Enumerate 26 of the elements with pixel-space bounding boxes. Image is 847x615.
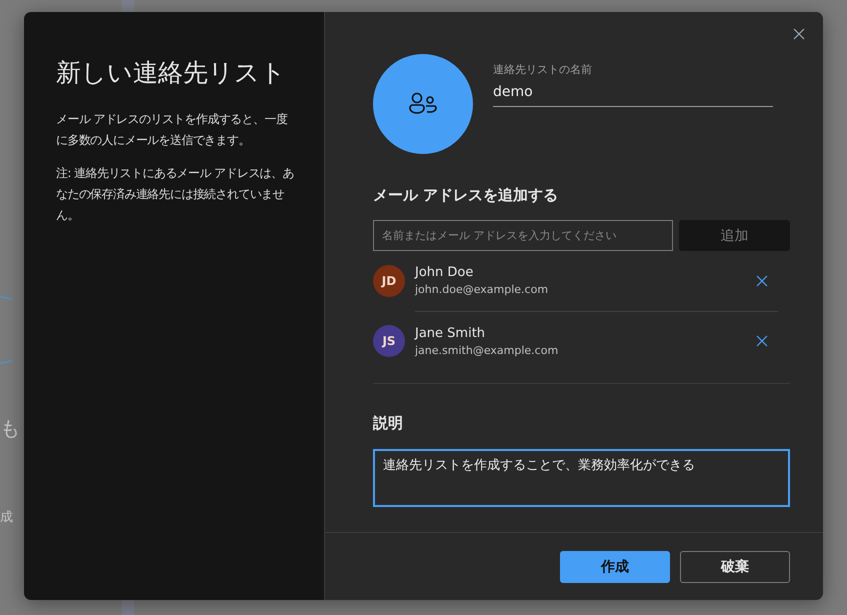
- section-heading: 説明: [373, 414, 404, 433]
- remove-button[interactable]: [754, 333, 770, 349]
- create-button[interactable]: 作成: [560, 550, 670, 582]
- close-icon: [793, 28, 805, 40]
- contact-avatar: JS: [373, 325, 405, 357]
- list-name-field[interactable]: demo: [493, 83, 773, 107]
- people-icon: [408, 92, 438, 116]
- background-text: も: [0, 415, 20, 442]
- email-input-field[interactable]: 名前またはメール アドレスを入力してください: [373, 220, 673, 251]
- description-text: 注: 連絡先リストにあるメール アドレスは、あなたの保存済み連絡先には接続されていません。: [56, 165, 294, 224]
- close-button[interactable]: [791, 26, 807, 42]
- field-label: 連絡先リストの名前: [493, 62, 593, 77]
- contact-email: jane.smith@example.com: [415, 344, 558, 356]
- remove-button[interactable]: [754, 272, 770, 288]
- contact-email: john.doe@example.com: [415, 283, 548, 296]
- description-field[interactable]: 連絡先リストを作成することで、業務効率化ができる: [373, 449, 790, 507]
- contact-name: Jane Smith: [415, 326, 486, 340]
- contact-avatar: JD: [373, 265, 405, 297]
- remove-icon: [756, 335, 768, 347]
- section-heading: メール アドレスを追加する: [373, 186, 560, 205]
- contact-name: John Doe: [415, 265, 474, 280]
- dialog-title: 新しい連絡先リスト: [56, 57, 287, 89]
- remove-icon: [756, 274, 768, 286]
- background-text: 成: [0, 509, 13, 526]
- discard-button[interactable]: 破棄: [680, 550, 790, 582]
- description-text: メール アドレスのリストを作成すると、一度に多数の人にメールを送信できます。: [56, 111, 288, 149]
